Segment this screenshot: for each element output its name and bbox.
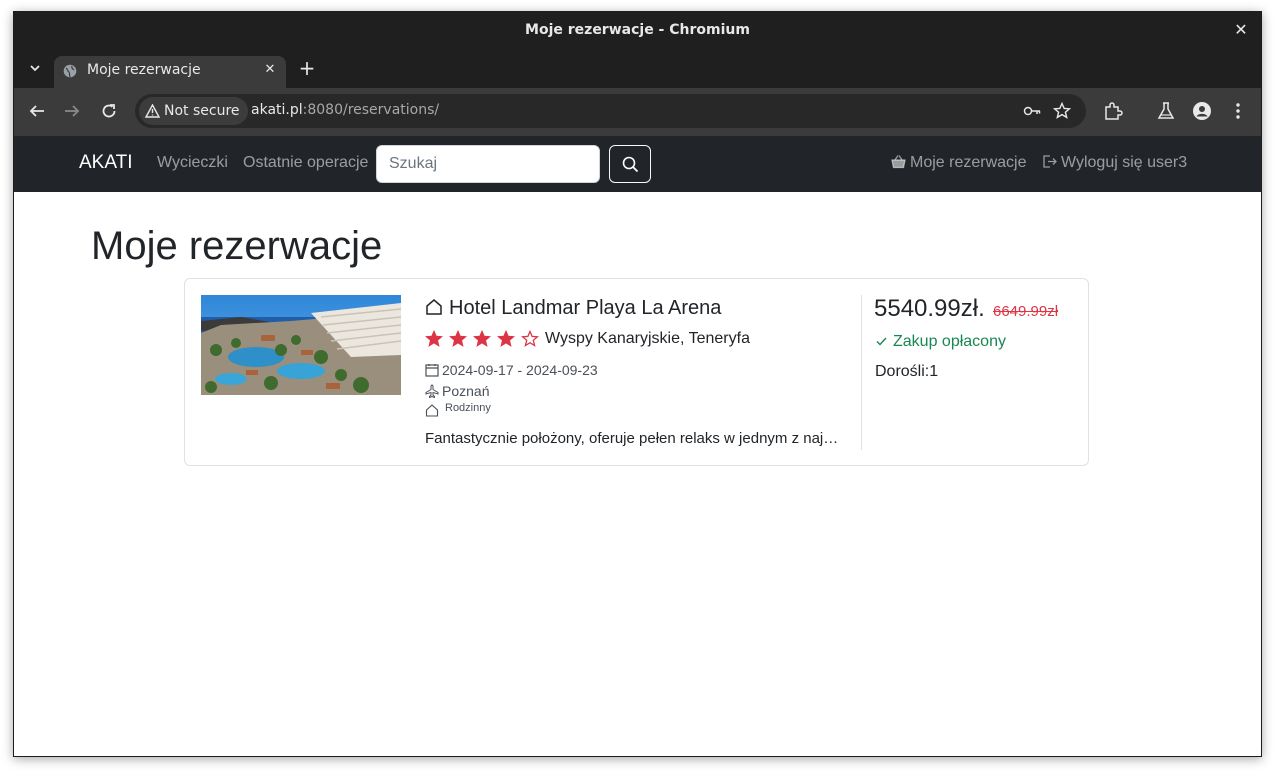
search-button[interactable] <box>609 145 651 183</box>
browser-window: Moje rezerwacje - Chromium ✕ Moje rezerw… <box>13 11 1262 757</box>
airplane-icon <box>425 384 439 399</box>
browser-toolbar: Not secure akati.pl:8080/reservations/ <box>14 88 1261 136</box>
close-window-icon[interactable]: ✕ <box>1231 20 1251 40</box>
hotel-name[interactable]: Hotel Landmar Playa La Arena <box>425 297 721 320</box>
check-icon <box>876 337 887 346</box>
reload-icon[interactable] <box>98 100 120 122</box>
tab-search-dropdown-icon[interactable] <box>24 57 46 79</box>
search-icon <box>622 156 639 173</box>
nav-logout[interactable]: Wyloguj się user3 <box>1042 154 1187 172</box>
departure-city-text: Poznań <box>442 383 490 399</box>
security-label: Not secure <box>164 103 240 119</box>
hotel-photo[interactable] <box>201 295 401 395</box>
adults-count: Dorośli:1 <box>875 363 938 381</box>
back-icon[interactable] <box>26 100 48 122</box>
profile-icon[interactable] <box>1192 101 1212 121</box>
nav-link-recent-operations[interactable]: Ostatnie operacje <box>243 154 368 172</box>
departure-city: Poznań <box>425 383 489 399</box>
new-tab-button[interactable]: + <box>297 58 317 78</box>
title-bar: Moje rezerwacje - Chromium ✕ <box>14 12 1261 49</box>
trip-dates-text: 2024-09-17 - 2024-09-23 <box>442 362 598 378</box>
url-text: akati.pl:8080/reservations/ <box>251 102 439 118</box>
warning-icon <box>144 103 161 118</box>
reservation-card: Hotel Landmar Playa La Arena Wyspy Kanar… <box>184 278 1089 466</box>
tab-bar: Moje rezerwacje ✕ + <box>14 49 1261 88</box>
payment-status: Zakup opłacony <box>876 333 1006 351</box>
trip-dates: 2024-09-17 - 2024-09-23 <box>425 362 598 378</box>
family-house-icon <box>425 404 439 417</box>
basket-icon <box>891 155 906 169</box>
star-filled-icon <box>448 329 468 348</box>
tab-title: Moje rezerwacje <box>87 62 201 78</box>
close-tab-icon[interactable]: ✕ <box>262 62 278 78</box>
hotel-description: Fantastycznie położony, oferuje pełen re… <box>425 430 845 447</box>
star-filled-icon <box>496 329 516 348</box>
my-reservations-label: Moje rezerwacje <box>910 154 1027 171</box>
nav-my-reservations[interactable]: Moje rezerwacje <box>891 154 1026 172</box>
card-divider <box>861 295 862 450</box>
trip-type: Rodzinny <box>425 402 491 417</box>
house-icon <box>426 299 442 315</box>
current-price: 5540.99zł. <box>874 295 985 322</box>
site-navbar: AKATI Wycieczki Ostatnie operacje Moje r… <box>14 136 1261 192</box>
hotel-location: Wyspy Kanaryjskie, Teneryfa <box>545 330 750 347</box>
password-key-icon[interactable] <box>1022 101 1042 121</box>
brand-logo[interactable]: AKATI <box>79 152 133 174</box>
address-bar[interactable]: Not secure akati.pl:8080/reservations/ <box>135 94 1086 128</box>
window-title: Moje rezerwacje - Chromium <box>525 22 750 38</box>
search-input[interactable] <box>376 145 600 183</box>
old-price: 6649.99zł <box>993 303 1059 320</box>
menu-kebab-icon[interactable] <box>1228 101 1248 121</box>
adults-label: Dorośli: <box>875 363 930 380</box>
extensions-icon[interactable] <box>1103 101 1123 121</box>
star-filled-icon <box>424 329 444 348</box>
forward-icon[interactable] <box>61 100 83 122</box>
bookmark-star-icon[interactable] <box>1052 101 1072 121</box>
star-filled-icon <box>472 329 492 348</box>
payment-status-text: Zakup opłacony <box>893 333 1006 350</box>
globe-icon <box>63 64 77 78</box>
tab-active[interactable]: Moje rezerwacje ✕ <box>54 56 286 88</box>
page-title: Moje rezerwacje <box>91 224 383 268</box>
url-path: :8080/reservations/ <box>302 102 440 118</box>
adults-value: 1 <box>929 363 939 380</box>
security-chip[interactable]: Not secure <box>139 97 248 125</box>
trip-type-text: Rodzinny <box>445 402 491 414</box>
nav-link-trips[interactable]: Wycieczki <box>157 154 228 172</box>
star-rating <box>424 329 545 348</box>
logout-icon <box>1043 155 1057 168</box>
labs-flask-icon[interactable] <box>1156 101 1176 121</box>
url-host: akati.pl <box>251 102 303 118</box>
star-empty-icon <box>520 329 540 348</box>
calendar-icon <box>425 364 439 377</box>
hotel-name-text: Hotel Landmar Playa La Arena <box>449 297 722 319</box>
page-content: Moje rezerwacje Hotel Landmar Playa La A… <box>14 192 1261 756</box>
logout-label: Wyloguj się user3 <box>1061 154 1188 171</box>
